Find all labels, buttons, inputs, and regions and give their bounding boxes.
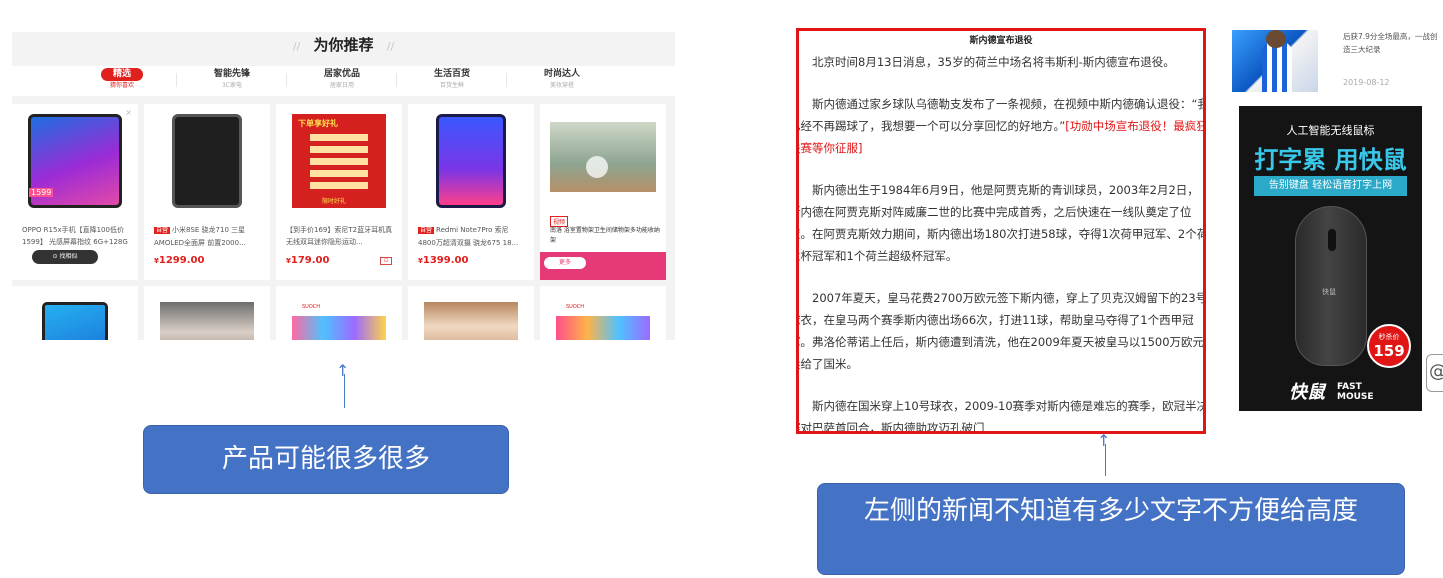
cart-icon[interactable]: ⊡ (380, 257, 392, 265)
tab-label: 时尚达人 (543, 69, 580, 79)
tab-daily-goods[interactable]: 生活百货 百货生鲜 (397, 68, 507, 90)
product-price: ¥179.00 (286, 255, 330, 266)
callout-news-height: 左侧的新闻不知道有多少文字不方便给高度 (817, 483, 1405, 575)
product-card[interactable] (12, 286, 138, 340)
product-image (556, 316, 650, 340)
product-card[interactable] (408, 286, 534, 340)
news-paragraph: 北京时间8月13日消息，35岁的荷兰中场名将韦斯利-斯内德宣布退役。 (812, 55, 1175, 69)
callout-text: 左侧的新闻不知道有多少文字不方便给高度 (863, 496, 1358, 526)
mouse-advertisement[interactable]: 人工智能无线鼠标 打字累 用快鼠 告别键盘 轻松语音打字上网 快鼠 秒杀价 15… (1239, 106, 1422, 411)
tab-label: 生活百货 (433, 69, 470, 79)
recommend-title-text: 为你推荐 (313, 36, 374, 54)
callout-products: 产品可能很多很多 (143, 425, 509, 494)
tab-sublabel: 居家日用 (329, 82, 354, 89)
tab-sublabel: 美妆穿搭 (549, 82, 574, 89)
brand-mark: SUOCH (566, 304, 585, 310)
product-image (424, 302, 518, 340)
play-icon[interactable] (586, 156, 608, 178)
tab-home-goods[interactable]: 居家优品 居家日用 (287, 68, 397, 90)
find-similar-label: 找相似 (59, 253, 78, 260)
news-paragraph: 斯内德在国米穿上10号球衣，2009-10赛季对斯内德是难忘的赛季，欧冠半决赛对… (796, 399, 1206, 434)
product-image (292, 316, 386, 340)
tab-smart-pioneer[interactable]: 智能先锋 3C家电 (177, 68, 287, 90)
product-card[interactable]: 自营 小米8SE 骁龙710 三星AMOLED全面屏 前置2000... ¥129… (144, 104, 270, 280)
ad-logo-en: FAST MOUSE (1337, 382, 1374, 402)
news-title: 斯内德宣布退役 (969, 36, 1033, 46)
more-button[interactable]: 更多 (544, 257, 586, 269)
promo-footer: 限时好礼 (322, 198, 347, 205)
news-body: 北京时间8月13日消息，35岁的荷兰中场名将韦斯利-斯内德宣布退役。 斯内德通过… (796, 51, 1206, 434)
tab-label: 居家优品 (323, 69, 360, 79)
mouse-image: 快鼠 (1295, 206, 1367, 366)
recommend-panel: // 为你推荐 // 精选 猜你喜欢 智能先锋 3C家电 居家优品 居家日用 生… (12, 32, 675, 340)
tab-sublabel: 3C家电 (221, 82, 242, 89)
ad-subline: 告别键盘 轻松语音打字上网 (1254, 176, 1407, 196)
find-similar-button[interactable]: ⊙ 找相似 (32, 250, 98, 264)
product-image: 1599 (28, 114, 122, 208)
ad-line1: 人工智能无线鼠标 (1286, 124, 1375, 137)
video-product-card[interactable]: 视频 南洛 浴室置物架卫生间储物架多功能收纳架 更多 (540, 104, 666, 280)
video-action-bar: 更多 (540, 252, 666, 280)
up-arrow-left: ↑ (336, 361, 354, 408)
news-paragraph: 斯内德出生于1984年6月9日，他是阿贾克斯的青训球员，2003年2月2日，斯内… (796, 183, 1206, 263)
promo-heading: 下单享好礼 (298, 119, 338, 128)
floating-edge-icon[interactable]: @ (1426, 354, 1443, 392)
news-article-box: 斯内德宣布退役 北京时间8月13日消息，35岁的荷兰中场名将韦斯利-斯内德宣布退… (796, 28, 1206, 434)
recommend-tabs: 精选 猜你喜欢 智能先锋 3C家电 居家优品 居家日用 生活百货 百货生鲜 时尚… (12, 66, 675, 96)
tab-sublabel: 猜你喜欢 (109, 82, 134, 89)
product-image (42, 302, 108, 340)
news-paragraph: 2007年夏天，皇马花费2700万欧元签下斯内德，穿上了贝克汉姆留下的23号球衣… (796, 291, 1206, 371)
price-badge: 1599 (29, 188, 54, 197)
video-thumbnail[interactable] (550, 122, 656, 192)
product-image (172, 114, 242, 208)
tab-featured[interactable]: 精选 猜你喜欢 (67, 68, 177, 90)
recommend-title: // 为你推荐 // (12, 32, 675, 58)
tab-fashion[interactable]: 时尚达人 美妆穿搭 (507, 68, 617, 90)
video-product-title[interactable]: 南洛 浴室置物架卫生间储物架多功能收纳架 (550, 226, 660, 246)
product-title[interactable]: 自营 Redmi Note7Pro 索尼4800万超清双摄 骁龙675 18... (418, 224, 526, 248)
product-card[interactable]: 自营 Redmi Note7Pro 索尼4800万超清双摄 骁龙675 18...… (408, 104, 534, 280)
product-title[interactable]: 【到手价169】索尼T2蓝牙耳机真无线双耳迷你隐形运动... (286, 224, 394, 248)
news-paragraph: 斯内德通过家乡球队乌德勒支发布了一条视频，在视频中斯内德确认退役：“我已经不再踢… (799, 93, 1203, 159)
product-card[interactable]: 下单享好礼 限时好礼 【到手价169】索尼T2蓝牙耳机真无线双耳迷你隐形运动..… (276, 104, 402, 280)
callout-text: 产品可能很多很多 (221, 444, 430, 474)
product-image (160, 302, 254, 340)
tab-label: 精选 (101, 68, 143, 81)
arrow-head-icon: ↑ (336, 361, 350, 380)
product-price: ¥1299.00 (154, 255, 205, 266)
self-run-tag: 自营 (418, 227, 435, 234)
sidebar-news-date: 2019-08-12 (1343, 78, 1390, 87)
title-deco-right: // (386, 40, 395, 53)
product-card[interactable]: SUOCH (276, 286, 402, 340)
sidebar-news-excerpt[interactable]: 后获7.9分全场最高，一战创造三大纪录 (1343, 30, 1443, 56)
product-price: ¥1399.00 (418, 255, 469, 266)
self-run-tag: 自营 (154, 227, 171, 234)
product-title[interactable]: 自营 小米8SE 骁龙710 三星AMOLED全面屏 前置2000... (154, 224, 262, 248)
title-deco-left: // (292, 40, 301, 53)
mouse-brand: 快鼠 (1322, 288, 1336, 296)
product-card[interactable]: SUOCH (540, 286, 666, 340)
up-arrow-right: ↑ (1097, 431, 1115, 476)
ad-headline: 打字累 用快鼠 (1254, 146, 1407, 174)
price-badge: 秒杀价 159 (1367, 324, 1411, 368)
close-icon[interactable]: × (125, 108, 132, 117)
tab-label: 智能先锋 (213, 69, 250, 79)
product-card[interactable] (144, 286, 270, 340)
product-title[interactable]: OPPO R15x手机【直降100低价1599】 光感屏幕指纹 6G+128G (22, 224, 130, 248)
news-thumbnail[interactable] (1232, 30, 1318, 92)
arrow-head-icon: ↑ (1097, 431, 1111, 450)
ad-logo-cn: 快鼠 (1289, 382, 1325, 403)
product-image (436, 114, 506, 208)
tab-sublabel: 百货生鲜 (439, 82, 464, 89)
brand-mark: SUOCH (302, 304, 321, 310)
product-card[interactable]: × 1599 OPPO R15x手机【直降100低价1599】 光感屏幕指纹 6… (12, 104, 138, 280)
product-image: 下单享好礼 限时好礼 (292, 114, 386, 208)
